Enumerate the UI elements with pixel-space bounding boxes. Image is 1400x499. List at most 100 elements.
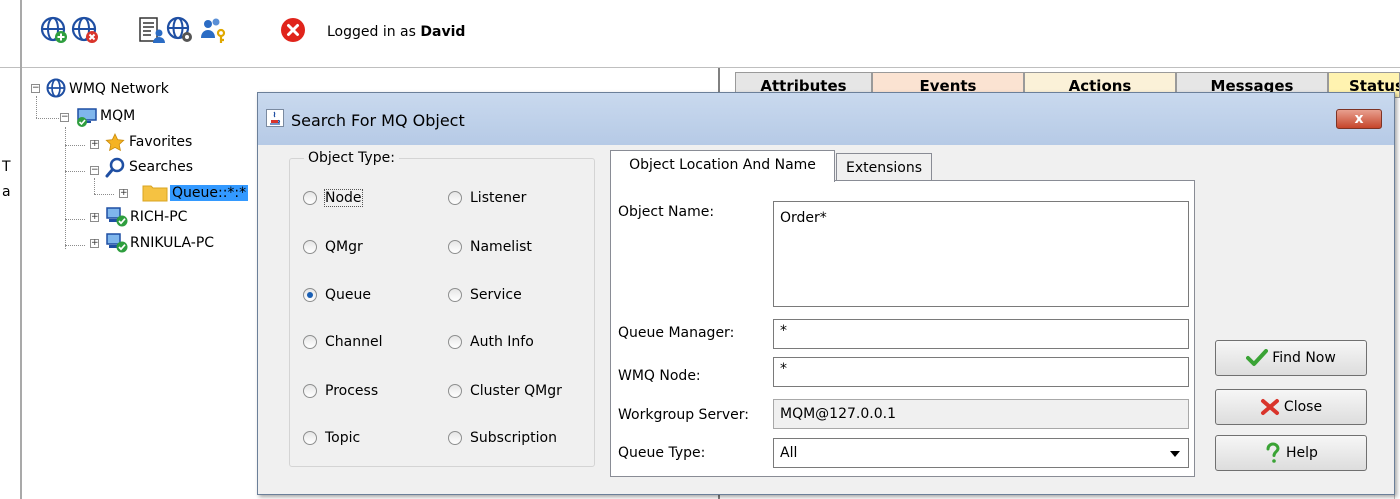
radio-label: Auth Info [470, 334, 534, 350]
search-dialog: Search For MQ Object x Object Type: Node… [257, 92, 1395, 495]
tree-connector [94, 178, 95, 194]
queue-manager-label: Queue Manager: [618, 325, 735, 341]
magnifier-icon [105, 157, 125, 178]
collapse-toggle[interactable]: − [90, 166, 99, 175]
tab-extensions[interactable]: Extensions [836, 153, 932, 182]
radio-cluster-qmgr[interactable]: Cluster QMgr [448, 383, 562, 403]
radio-button[interactable] [448, 191, 462, 205]
globe-icon [46, 78, 66, 98]
radio-label: Channel [325, 334, 383, 350]
login-user: David [420, 24, 466, 40]
find-now-button[interactable]: Find Now [1215, 340, 1367, 376]
globe-remove-icon[interactable] [71, 16, 99, 44]
radio-button[interactable] [448, 240, 462, 254]
radio-service[interactable]: Service [448, 287, 522, 307]
users-key-icon[interactable] [199, 16, 227, 44]
radio-label: Process [325, 383, 379, 399]
collapse-toggle[interactable]: − [60, 113, 69, 122]
help-label: Help [1286, 445, 1318, 461]
radio-label: QMgr [325, 239, 363, 255]
tree-item-wmq-network[interactable]: WMQ Network [69, 79, 169, 99]
radio-button[interactable] [448, 335, 462, 349]
tree-connector [65, 219, 85, 220]
radio-label: Topic [325, 430, 361, 446]
radio-button[interactable] [303, 191, 317, 205]
radio-node[interactable]: Node [303, 189, 363, 210]
queue-type-label: Queue Type: [618, 445, 706, 461]
expand-toggle[interactable]: + [90, 239, 99, 248]
radio-button[interactable] [448, 384, 462, 398]
radio-label: Node [324, 189, 363, 207]
computer-node-icon [106, 207, 128, 227]
dialog-close-button[interactable]: x [1336, 109, 1382, 129]
tree-connector [65, 171, 85, 172]
radio-button[interactable] [303, 384, 317, 398]
object-name-field[interactable]: Order* [773, 201, 1189, 307]
tab-object-location-and-name[interactable]: Object Location And Name [610, 150, 835, 182]
tree-item-rnikula-pc[interactable]: RNIKULA-PC [130, 233, 214, 253]
globe-gear-icon[interactable] [166, 16, 194, 44]
radio-namelist[interactable]: Namelist [448, 239, 532, 259]
radio-label: Service [470, 287, 522, 303]
login-status: Logged in as David [327, 24, 465, 40]
radio-listener[interactable]: Listener [448, 190, 526, 210]
tree-connector [36, 96, 37, 118]
collapse-toggle[interactable]: − [31, 84, 40, 93]
dialog-title: Search For MQ Object [291, 111, 465, 130]
radio-label: Namelist [470, 239, 532, 255]
radio-subscription[interactable]: Subscription [448, 430, 557, 450]
document-user-icon[interactable] [137, 16, 165, 44]
expand-toggle[interactable]: + [90, 213, 99, 222]
login-prefix: Logged in as [327, 24, 416, 40]
tree-item-favorites[interactable]: Favorites [129, 132, 192, 152]
close-icon[interactable] [280, 17, 306, 43]
wmq-node-field[interactable]: * [773, 357, 1189, 387]
radio-button[interactable] [448, 288, 462, 302]
radio-button-selected[interactable] [303, 288, 317, 302]
question-mark-icon [1266, 442, 1280, 463]
tree-item-mqm[interactable]: MQM [100, 106, 135, 126]
radio-auth-info[interactable]: Auth Info [448, 334, 534, 354]
radio-label: Cluster QMgr [470, 383, 562, 399]
radio-button[interactable] [448, 431, 462, 445]
radio-label: Subscription [470, 430, 557, 446]
radio-button[interactable] [303, 335, 317, 349]
radio-button[interactable] [303, 240, 317, 254]
expand-toggle[interactable]: + [119, 189, 128, 198]
tree-item-queue-search-label[interactable]: Queue::*:* [170, 185, 249, 201]
radio-qmgr[interactable]: QMgr [303, 239, 363, 259]
radio-label: Listener [470, 190, 527, 206]
find-now-label: Find Now [1272, 350, 1336, 366]
window-edge [20, 68, 22, 499]
queue-type-select[interactable]: All [773, 438, 1189, 468]
expand-toggle[interactable]: + [90, 140, 99, 149]
chevron-down-icon[interactable] [1170, 451, 1180, 457]
close-label: Close [1283, 399, 1323, 415]
radio-label: Queue [325, 287, 371, 303]
workgroup-server-label: Workgroup Server: [618, 407, 749, 423]
queue-manager-icon [77, 108, 97, 127]
java-cup-icon [266, 109, 284, 127]
tree-item-searches[interactable]: Searches [129, 157, 193, 177]
radio-button[interactable] [303, 431, 317, 445]
wmq-node-label: WMQ Node: [618, 368, 701, 384]
tree-item-rich-pc[interactable]: RICH-PC [130, 207, 187, 227]
object-type-label: Object Type: [304, 150, 399, 166]
help-button[interactable]: Help [1215, 435, 1367, 471]
radio-topic[interactable]: Topic [303, 430, 360, 450]
star-icon [105, 133, 125, 152]
radio-process[interactable]: Process [303, 383, 378, 403]
radio-queue[interactable]: Queue [303, 287, 371, 307]
red-x-icon [1260, 399, 1279, 415]
tree-item-queue-search[interactable]: Queue::*:* [170, 183, 249, 203]
queue-type-value: All [780, 445, 798, 461]
dialog-titlebar[interactable]: Search For MQ Object x [258, 93, 1394, 145]
queue-manager-field[interactable]: * [773, 319, 1189, 349]
tree-connector [36, 118, 59, 119]
globe-add-icon[interactable] [40, 16, 68, 44]
close-button[interactable]: Close [1215, 389, 1367, 425]
radio-channel[interactable]: Channel [303, 334, 382, 354]
object-location-panel: Object Name: Order* Queue Manager: * WMQ… [610, 180, 1195, 477]
cut-text: T [2, 159, 11, 175]
window-edge [20, 0, 22, 68]
